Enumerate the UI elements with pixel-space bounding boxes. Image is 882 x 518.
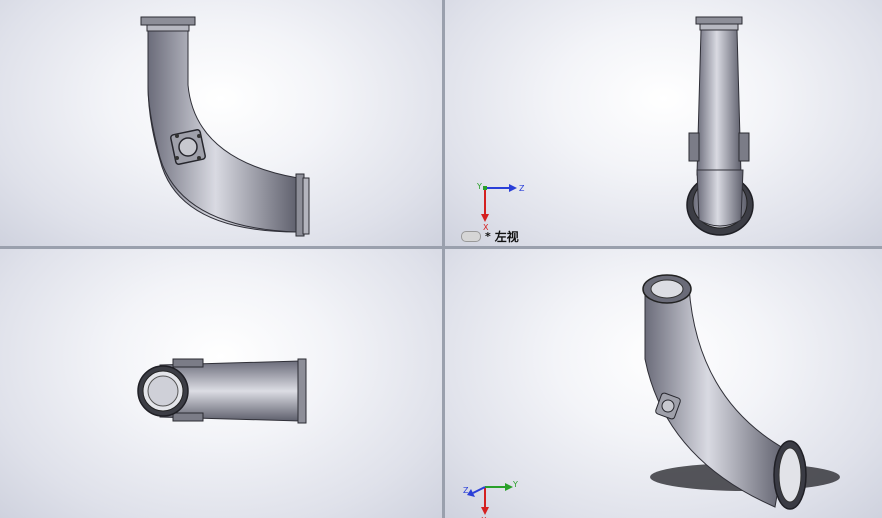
triad-iso-z-label: Z [463,486,469,495]
coordinate-triad-iso-icon: Z Y X [463,480,518,518]
viewport-divider-horizontal[interactable] [0,246,882,249]
elbow-pipe-top-view[interactable] [0,249,442,518]
viewport-bottom-left[interactable] [0,249,442,518]
viewport-divider-vertical[interactable] [442,0,445,518]
view-name: 左视 [494,230,519,244]
triad-z-label: Z [519,184,525,193]
view-orientation-badge-icon [461,231,481,242]
viewport-bottom-right[interactable]: Z Y X [445,249,882,518]
viewport-top-left[interactable] [0,0,442,246]
view-orientation-label: * 左视 [461,228,519,245]
coordinate-triad-icon: Y Z X [476,182,525,230]
triad-y-label: Y [476,182,482,191]
modified-marker: * [485,230,491,243]
viewport-top-right[interactable]: Y Z X * 左视 [445,0,882,246]
elbow-pipe-front-view[interactable] [0,0,442,246]
triad-iso-y-label: Y [512,480,518,489]
